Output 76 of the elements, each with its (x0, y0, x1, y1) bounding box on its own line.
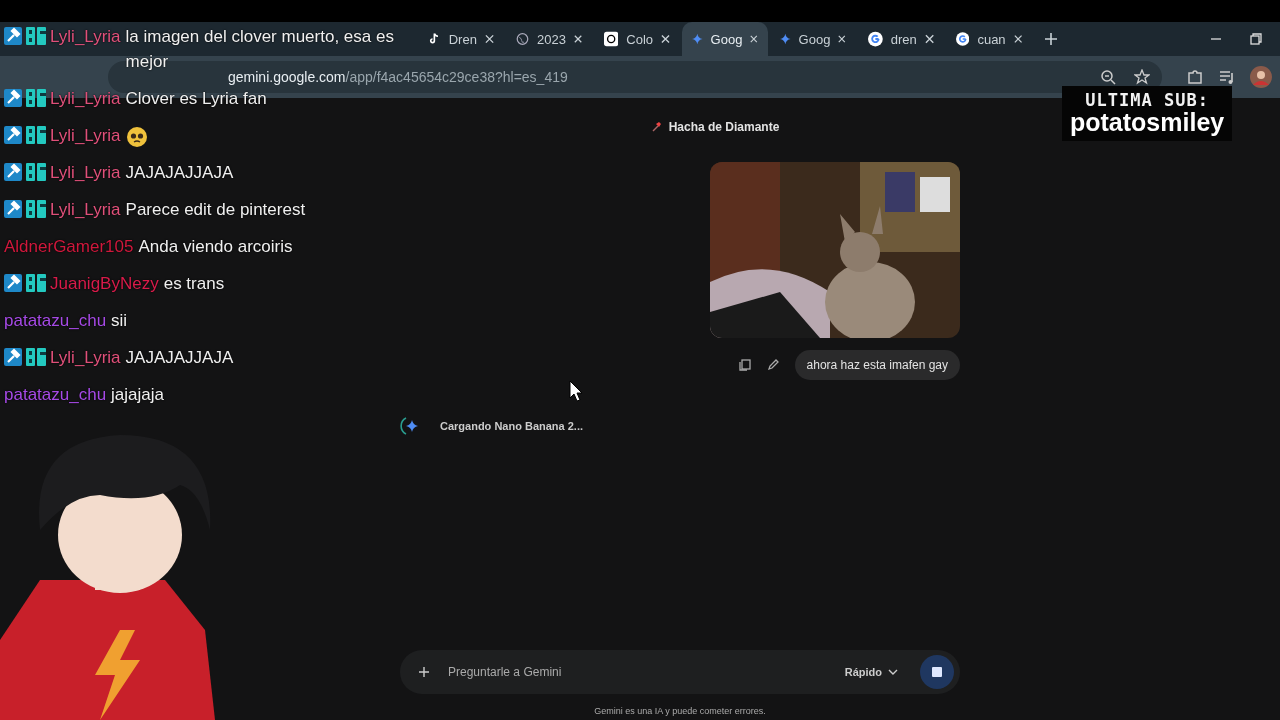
chat-username: Lyli_Lyria (50, 347, 121, 369)
chevron-down-icon (888, 668, 898, 676)
browser-tab[interactable]: Dren (418, 22, 504, 56)
subscriber-badge-icon (26, 126, 46, 144)
chat-message: jajajaja (111, 384, 165, 406)
chat-message: sii (111, 310, 128, 332)
hammer-badge-icon (4, 348, 22, 366)
close-icon[interactable] (1013, 34, 1022, 44)
subscriber-badge-icon (26, 348, 46, 366)
chat-message: Anda viendo arcoiris (138, 236, 293, 258)
pleading-face-emoji-icon (125, 126, 148, 148)
edit-icon[interactable] (766, 359, 779, 371)
close-icon[interactable] (661, 34, 670, 44)
chat-username: JuanigByNezy (50, 273, 159, 295)
loading-spark-icon (400, 416, 420, 436)
mouse-pointer-icon (569, 380, 583, 402)
hammer-badge-icon (4, 200, 22, 218)
chat-title: Hacha de Diamante (668, 120, 780, 134)
subscriber-name: potatosmiley (1070, 108, 1225, 137)
hammer-badge-icon (4, 27, 22, 45)
add-icon[interactable] (418, 666, 430, 678)
extensions-icon[interactable] (1186, 68, 1204, 86)
google-icon (868, 31, 883, 47)
close-icon[interactable] (484, 34, 494, 44)
prompt-field[interactable]: Preguntarle a Gemini Rápido (400, 650, 960, 694)
chat-username: AldnerGamer105 (4, 236, 134, 258)
star-icon[interactable] (1134, 69, 1150, 85)
browser-tab[interactable]: Goog (682, 22, 768, 56)
loading-text: Cargando Nano Banana 2... (440, 420, 584, 432)
chat-username: Lyli_Lyria (50, 199, 121, 221)
subscriber-badge-icon (26, 163, 46, 181)
zoom-icon[interactable] (1100, 69, 1116, 85)
browser-tab[interactable]: 2023 (506, 22, 592, 56)
subscriber-badge-icon (26, 200, 46, 218)
disclaimer: Gemini es una IA y puede cometer errores. (594, 706, 766, 716)
chat-username: Lyli_Lyria (50, 125, 121, 147)
mode-dropdown[interactable]: Rápido (838, 665, 904, 679)
chat-username: Lyli_Lyria (50, 26, 121, 48)
restore-icon[interactable] (1250, 33, 1262, 45)
hammer-badge-icon (4, 126, 22, 144)
chat-message: Parece edit de pinterest (125, 199, 306, 221)
chat-username: patatazu_chu (4, 384, 107, 406)
browser-tab[interactable]: Colo (594, 22, 680, 56)
close-icon[interactable] (924, 34, 934, 44)
google-icon (956, 31, 970, 47)
chat-username: Lyli_Lyria (50, 162, 121, 184)
spark-icon (780, 32, 791, 46)
close-icon[interactable] (750, 34, 758, 44)
chat-message: JAJAJAJJAJA (125, 162, 234, 184)
chat-message: JAJAJAJJAJA (125, 347, 234, 369)
profile-avatar-icon[interactable] (1250, 66, 1272, 88)
new-tab-icon[interactable] (1044, 32, 1058, 46)
chat-message: es trans (163, 273, 225, 295)
spark-icon (692, 32, 703, 46)
close-icon[interactable] (573, 34, 582, 44)
browser-tab[interactable]: cuan (946, 22, 1032, 56)
subscriber-badge-icon (26, 274, 46, 292)
stop-icon (932, 667, 942, 677)
url-text: gemini.google.com/app/f4ac45654c29ce38?hl=es_419 (228, 69, 568, 85)
globe-icon (516, 31, 529, 47)
user-message: ahora haz esta imafen gay (794, 350, 960, 380)
hammer-badge-icon (4, 89, 22, 107)
axe-icon (650, 122, 661, 132)
hammer-badge-icon (4, 163, 22, 181)
stop-button[interactable] (920, 655, 954, 689)
browser-tab[interactable]: Goog (770, 22, 856, 56)
close-icon[interactable] (838, 34, 846, 44)
tiktok-icon (428, 32, 441, 46)
chat-username: patatazu_chu (4, 310, 107, 332)
browser-tab[interactable]: dren (858, 22, 944, 56)
subscriber-badge-icon (26, 89, 46, 107)
subscriber-badge-icon (26, 27, 46, 45)
media-icon[interactable] (1218, 68, 1236, 86)
sub-alert-heading: ULTIMA SUB: (1085, 90, 1209, 110)
hammer-badge-icon (4, 274, 22, 292)
copy-icon[interactable] (738, 359, 751, 371)
